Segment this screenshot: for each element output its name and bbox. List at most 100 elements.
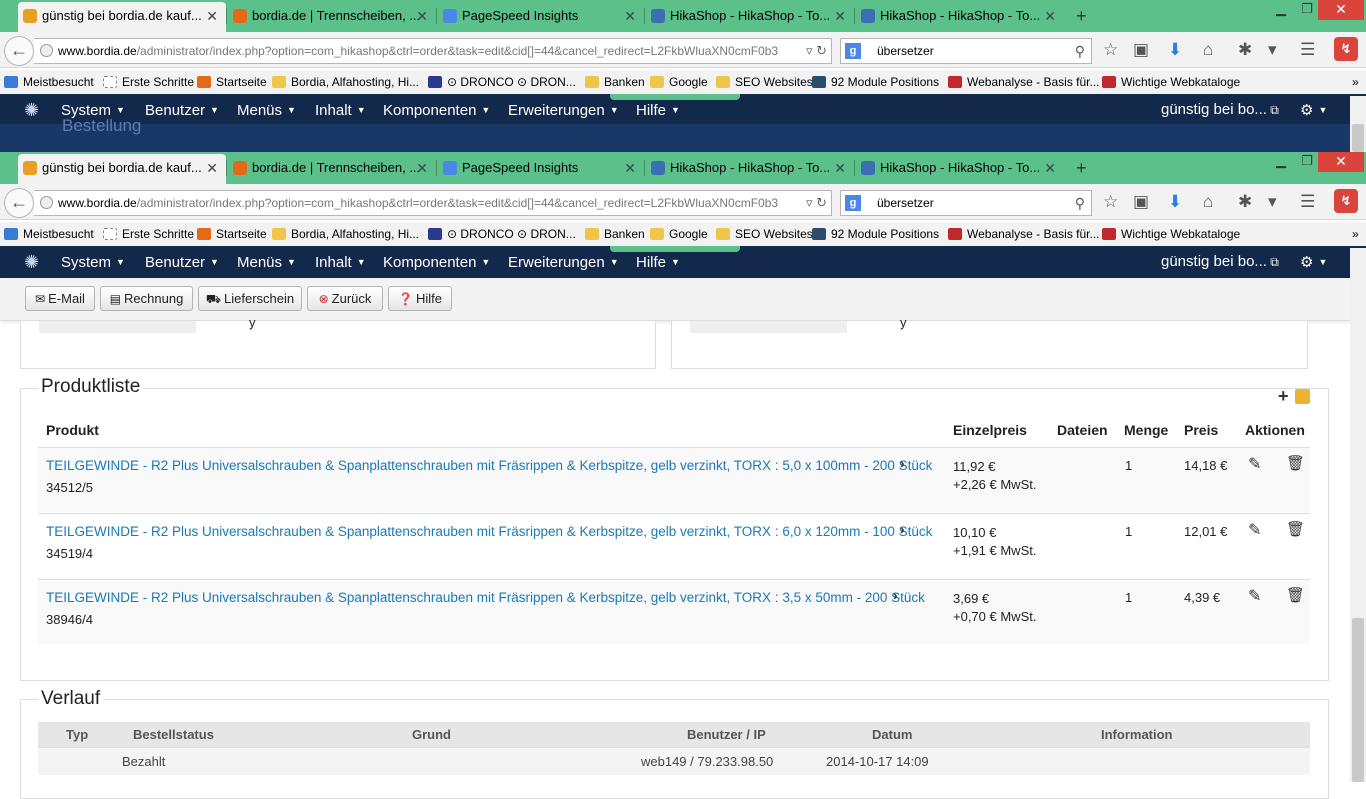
email-button[interactable]: ✉ E-Mail — [25, 286, 95, 311]
bookmark-item[interactable]: Banken — [585, 70, 645, 94]
dropdown-icon[interactable]: ▾ — [1268, 191, 1277, 213]
bookmark-item[interactable]: Meistbesucht — [4, 70, 94, 94]
search-icon[interactable]: ⚲ — [1075, 39, 1085, 63]
shipping-note-button[interactable]: ⛟ Lieferschein — [198, 286, 302, 311]
joomla-logo-icon[interactable]: ✺ — [24, 252, 39, 273]
download-icon[interactable]: ⬇ — [1168, 191, 1182, 213]
bookmark-item[interactable]: Meistbesucht — [4, 222, 94, 246]
product-link[interactable]: TEILGEWINDE - R2 Plus Universalschrauben… — [46, 590, 925, 605]
browser-tab[interactable]: bordia.de | Trennscheiben, ... ✕ — [228, 154, 436, 184]
bookmark-item[interactable]: Google — [650, 70, 708, 94]
bookmarks-more-icon[interactable]: » — [1352, 222, 1359, 246]
product-link[interactable]: TEILGEWINDE - R2 Plus Universalschrauben… — [46, 524, 932, 539]
bookmark-item[interactable]: Erste Schritte — [103, 222, 194, 246]
search-icon[interactable]: ⚲ — [1075, 191, 1085, 215]
menu-item[interactable]: Inhalt ▼ — [315, 94, 366, 127]
bookmarks-more-icon[interactable]: » — [1352, 70, 1359, 94]
add-product-icon[interactable]: + — [1278, 386, 1289, 407]
maximize-icon[interactable]: ❐ — [1296, 0, 1318, 20]
bookmark-item[interactable]: Wichtige Webkataloge — [1102, 70, 1240, 94]
chevron-right-icon[interactable]: › — [900, 455, 905, 471]
close-tab-icon[interactable]: ✕ — [1044, 154, 1056, 182]
back-button[interactable]: ⊗ Zurück — [307, 286, 383, 311]
settings-gear-icon[interactable]: ⚙ ▼ — [1300, 94, 1327, 127]
database-icon[interactable] — [1295, 389, 1310, 404]
new-tab-button[interactable]: + — [1076, 155, 1087, 181]
browser-tab[interactable]: HikaShop - HikaShop - To... ✕ — [646, 154, 854, 184]
menu-icon[interactable]: ☰ — [1300, 39, 1315, 61]
scrollbar[interactable] — [1350, 248, 1366, 782]
minimize-icon[interactable]: ▁ — [1270, 152, 1292, 172]
menu-item[interactable]: Benutzer ▼ — [145, 246, 219, 279]
close-tab-icon[interactable]: ✕ — [624, 154, 636, 182]
browser-tab[interactable]: bordia.de | Trennscheiben, ... ✕ — [228, 2, 436, 32]
star-icon[interactable]: ☆ — [1103, 191, 1118, 213]
browser-tab[interactable]: PageSpeed Insights ✕ — [438, 2, 644, 32]
browser-tab[interactable]: günstig bei bordia.de kauf... ✕ — [18, 154, 226, 184]
menu-item[interactable]: Benutzer ▼ — [145, 94, 219, 127]
close-tab-icon[interactable]: ✕ — [834, 154, 846, 182]
help-button[interactable]: ❓ Hilfe — [388, 286, 452, 311]
menu-item[interactable]: Inhalt ▼ — [315, 246, 366, 279]
site-link[interactable]: günstig bei bo... ⧉ — [1161, 246, 1279, 278]
home-icon[interactable]: ⌂ — [1203, 191, 1213, 213]
new-tab-button[interactable]: + — [1076, 3, 1087, 29]
bookmark-item[interactable]: SEO Websites — [716, 70, 813, 94]
browser-tab[interactable]: günstig bei bordia.de kauf... ✕ — [18, 2, 226, 32]
product-link[interactable]: TEILGEWINDE - R2 Plus Universalschrauben… — [46, 458, 932, 473]
bookmark-item[interactable]: Startseite — [197, 222, 267, 246]
invoice-button[interactable]: ▤ Rechnung — [100, 286, 193, 311]
url-bar[interactable]: www.bordia.de/administrator/index.php?op… — [34, 38, 832, 64]
back-arrow-icon[interactable]: ← — [4, 36, 34, 66]
bookmark-item[interactable]: ⊙ DRONCO ⊙ DRON... — [428, 70, 576, 94]
reload-icon[interactable]: ▿ ↻ — [806, 191, 827, 215]
menu-item[interactable]: System ▼ — [61, 246, 125, 279]
edit-pencil-icon[interactable]: ✎ — [1248, 454, 1261, 474]
search-input[interactable]: g übersetzer ⚲ — [840, 190, 1092, 216]
back-arrow-icon[interactable]: ← — [4, 188, 34, 218]
minimize-icon[interactable]: ▁ — [1270, 0, 1292, 20]
site-link[interactable]: günstig bei bo... ⧉ — [1161, 94, 1279, 126]
browser-tab[interactable]: PageSpeed Insights ✕ — [438, 154, 644, 184]
menu-item[interactable]: Komponenten ▼ — [383, 94, 490, 127]
bookmark-item[interactable]: Bordia, Alfahosting, Hi... — [272, 222, 419, 246]
addon-icon[interactable]: ↯ — [1334, 37, 1358, 61]
close-tab-icon[interactable]: ✕ — [834, 2, 846, 30]
bookmark-item[interactable]: 92 Module Positions — [812, 70, 939, 94]
close-tab-icon[interactable]: ✕ — [206, 154, 218, 182]
close-tab-icon[interactable]: ✕ — [416, 154, 428, 182]
trash-icon[interactable]: 🗑 — [1286, 520, 1305, 538]
trash-icon[interactable]: 🗑 — [1286, 454, 1305, 472]
menu-icon[interactable]: ☰ — [1300, 191, 1315, 213]
menu-item[interactable]: Menüs ▼ — [237, 94, 296, 127]
edit-pencil-icon[interactable]: ✎ — [1248, 586, 1261, 606]
home-icon[interactable]: ⌂ — [1203, 39, 1213, 61]
bookmark-item[interactable]: Erste Schritte — [103, 70, 194, 94]
browser-tab[interactable]: HikaShop - HikaShop - To... ✕ — [646, 2, 854, 32]
addon-icon[interactable]: ↯ — [1334, 189, 1358, 213]
browser-tab[interactable]: HikaShop - HikaShop - To... ✕ — [856, 2, 1064, 32]
joomla-logo-icon[interactable]: ✺ — [24, 100, 39, 121]
chevron-right-icon[interactable]: › — [893, 587, 898, 603]
bookmark-item[interactable]: Bordia, Alfahosting, Hi... — [272, 70, 419, 94]
url-bar[interactable]: www.bordia.de/administrator/index.php?op… — [34, 190, 832, 216]
trash-icon[interactable]: 🗑 — [1286, 586, 1305, 604]
settings-gear-icon[interactable]: ⚙ ▼ — [1300, 246, 1327, 279]
close-tab-icon[interactable]: ✕ — [416, 2, 428, 30]
bookmark-item[interactable]: Banken — [585, 222, 645, 246]
bookmark-item[interactable]: Wichtige Webkataloge — [1102, 222, 1240, 246]
bookmark-item[interactable]: Google — [650, 222, 708, 246]
reading-list-icon[interactable]: ▣ — [1133, 39, 1149, 61]
maximize-icon[interactable]: ❐ — [1296, 152, 1318, 172]
menu-item[interactable]: Erweiterungen ▼ — [508, 246, 619, 279]
close-tab-icon[interactable]: ✕ — [206, 2, 218, 30]
chevron-right-icon[interactable]: › — [900, 521, 905, 537]
bookmark-item[interactable]: Webanalyse - Basis für... — [948, 222, 1100, 246]
bookmark-item[interactable]: ⊙ DRONCO ⊙ DRON... — [428, 222, 576, 246]
bookmark-item[interactable]: Startseite — [197, 70, 267, 94]
close-window-icon[interactable]: ✕ — [1318, 0, 1364, 20]
menu-item[interactable]: Komponenten ▼ — [383, 246, 490, 279]
close-window-icon[interactable]: ✕ — [1318, 152, 1364, 172]
browser-tab[interactable]: HikaShop - HikaShop - To... ✕ — [856, 154, 1064, 184]
dropdown-icon[interactable]: ▾ — [1268, 39, 1277, 61]
